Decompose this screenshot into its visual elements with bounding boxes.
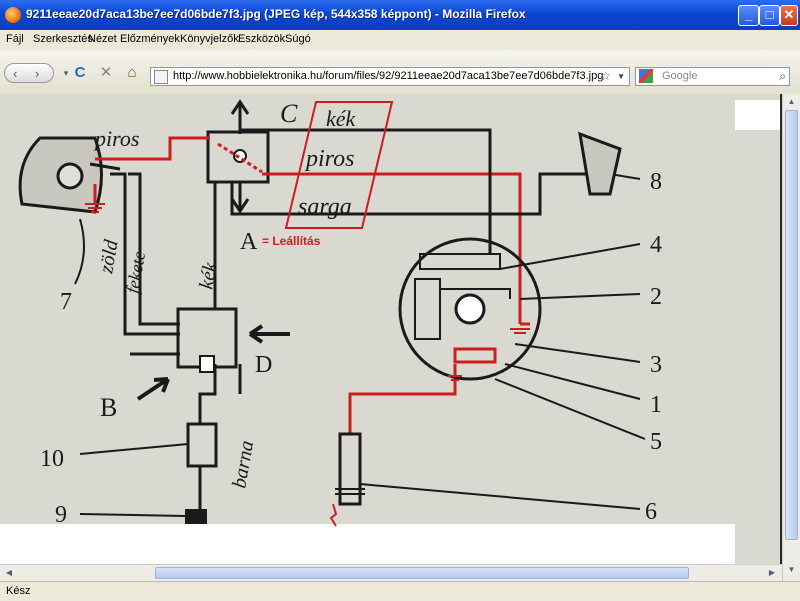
status-bar: Kész — [0, 581, 800, 601]
scroll-down-icon[interactable]: ▼ — [785, 564, 798, 576]
menu-edit[interactable]: Szerkesztés — [33, 33, 93, 45]
wiring-diagram: C kék piros sarga piros A 7 8 4 2 3 1 5 … — [0, 94, 780, 564]
menu-file[interactable]: Fájl — [6, 33, 24, 45]
page-content: C kék piros sarga piros A 7 8 4 2 3 1 5 … — [0, 94, 800, 564]
minimize-button[interactable]: _ — [738, 5, 759, 26]
google-engine-icon[interactable] — [639, 69, 653, 83]
vertical-scroll-thumb[interactable] — [785, 110, 798, 540]
label-d: D — [255, 352, 272, 378]
menu-bar: Fájl Szerkesztés Nézet Előzmények Könyvj… — [0, 30, 800, 50]
window-title: 9211eeae20d7aca13be7ee7d06bde7f3.jpg (JP… — [26, 7, 526, 21]
label-kek-top: kék — [326, 106, 357, 131]
maximize-button[interactable]: □ — [759, 5, 780, 26]
scroll-left-icon[interactable]: ◀ — [2, 567, 16, 579]
navigation-toolbar: ‹ › ▾ C ✕ ⌂ http://www.hobbielektronika.… — [0, 50, 800, 95]
label-sarga: sarga — [298, 194, 352, 220]
label-piros-mid: piros — [304, 146, 354, 172]
label-num9: 9 — [55, 502, 67, 528]
page-icon — [154, 70, 168, 84]
title-bar: 9211eeae20d7aca13be7ee7d06bde7f3.jpg (JP… — [0, 0, 800, 30]
horizontal-scroll-thumb[interactable] — [155, 567, 689, 579]
menu-view[interactable]: Nézet — [88, 33, 117, 45]
horizontal-scrollbar[interactable]: ◀ ▶ — [0, 564, 782, 581]
menu-help[interactable]: Súgó — [285, 33, 311, 45]
label-num10: 10 — [40, 446, 64, 472]
home-button[interactable]: ⌂ — [122, 63, 142, 83]
scroll-up-icon[interactable]: ▲ — [785, 96, 798, 108]
url-dropdown-icon[interactable]: ▼ — [617, 68, 625, 85]
menu-tools[interactable]: Eszközök — [238, 33, 285, 45]
url-text[interactable]: http://www.hobbielektronika.hu/forum/fil… — [173, 68, 603, 85]
vertical-scrollbar[interactable]: ▲ ▼ — [782, 94, 800, 581]
bookmark-star-icon[interactable]: ☆ — [600, 68, 611, 85]
label-num8: 8 — [650, 169, 662, 195]
close-button[interactable]: ✕ — [780, 5, 798, 26]
stop-button[interactable]: ✕ — [96, 63, 116, 83]
label-a: A — [240, 229, 258, 255]
label-num7: 7 — [60, 289, 72, 315]
label-num2: 2 — [650, 284, 662, 310]
status-text: Kész — [6, 585, 31, 597]
url-bar[interactable]: http://www.hobbielektronika.hu/forum/fil… — [150, 67, 630, 86]
label-num1: 1 — [650, 392, 662, 418]
label-b: B — [100, 393, 117, 422]
blank-area — [0, 524, 735, 564]
firefox-icon — [5, 7, 21, 23]
back-button[interactable]: ‹ — [13, 64, 17, 83]
label-leallitas: = Leállítás — [262, 234, 321, 248]
search-placeholder[interactable]: Google — [662, 68, 697, 85]
label-num4: 4 — [650, 232, 662, 258]
diagram-paper — [0, 94, 780, 564]
label-num5: 5 — [650, 429, 662, 455]
menu-bookmarks[interactable]: Könyvjelzők — [180, 33, 239, 45]
label-c: C — [280, 99, 298, 128]
label-num6: 6 — [645, 499, 657, 525]
label-piros-left: piros — [93, 126, 139, 151]
component-9 — [185, 509, 207, 524]
back-forward-group: ‹ › — [4, 63, 54, 83]
menu-history[interactable]: Előzmények — [120, 33, 180, 45]
blank-area-top — [735, 100, 780, 130]
search-icon[interactable]: ⌕ — [779, 68, 786, 85]
reload-button[interactable]: C — [70, 63, 90, 83]
search-box[interactable]: Google ⌕ — [635, 67, 790, 86]
scroll-right-icon[interactable]: ▶ — [765, 567, 779, 579]
label-num3: 3 — [650, 352, 662, 378]
forward-button[interactable]: › — [35, 64, 39, 83]
